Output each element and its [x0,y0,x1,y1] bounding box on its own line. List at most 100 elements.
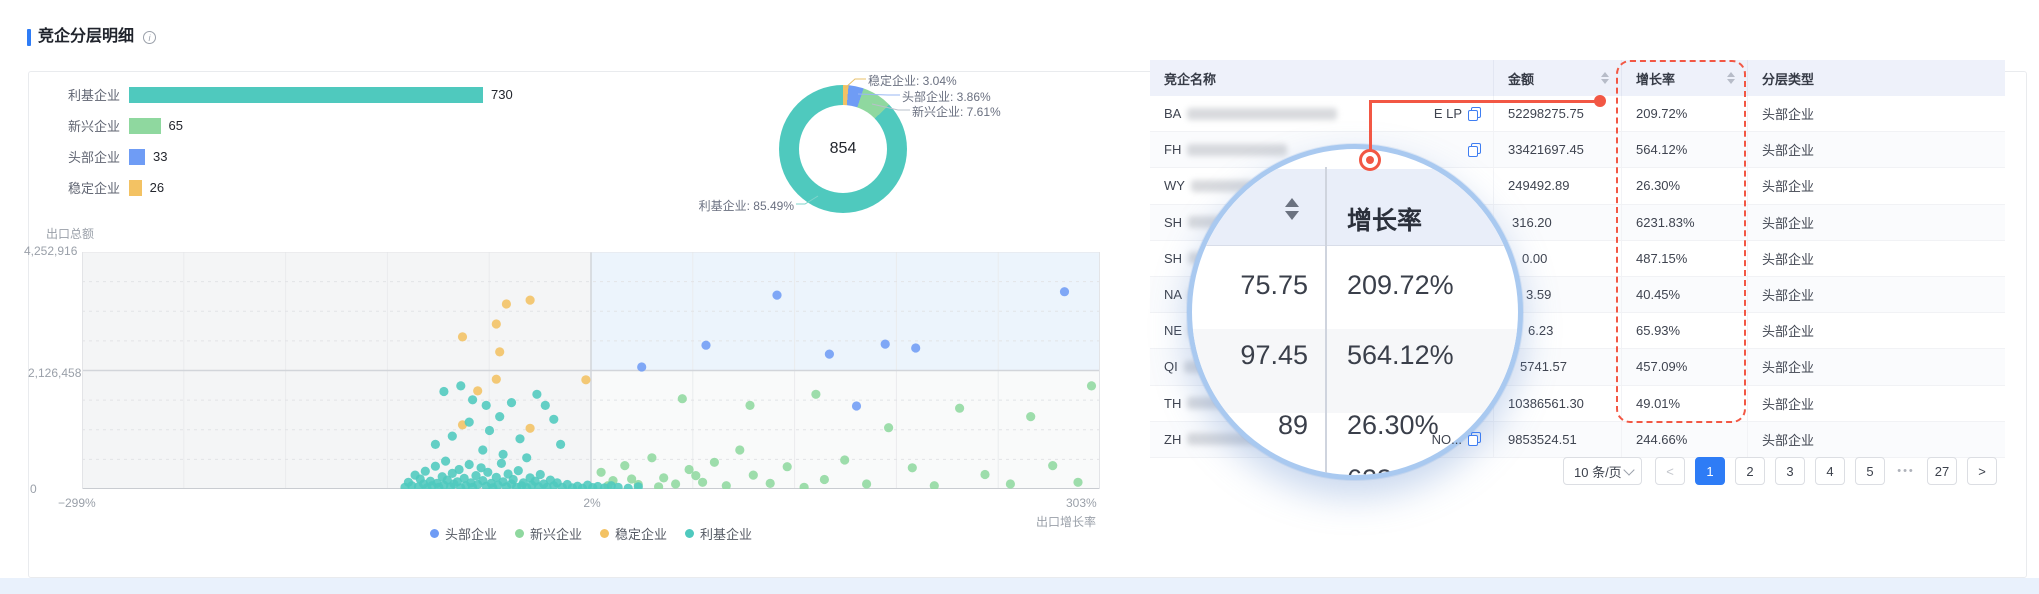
last-page-button[interactable]: 27 [1927,457,1957,485]
page-button-5[interactable]: 5 [1855,457,1885,485]
cell-tier-type: 头部企业 [1762,288,1815,304]
page-button-4[interactable]: 4 [1815,457,1845,485]
bottom-strip [0,578,2039,594]
legend-dot-icon [600,529,609,538]
scatter-point [581,375,591,385]
scatter-point [464,417,474,427]
scatter-point [1048,461,1058,471]
scatter-point [701,340,711,350]
cell-tier-type: 头部企业 [1762,143,1815,159]
name-prefix: TH [1164,395,1182,411]
scatter-point [483,467,493,477]
donut-label-emerging: 新兴企业: 7.61% [912,105,1001,119]
x-tick-min: −299% [58,496,96,510]
callout-line-horizontal [1369,100,1600,103]
scatter-point [819,474,830,485]
page-button-2[interactable]: 2 [1735,457,1765,485]
scatter-point [907,463,917,473]
scatter-point [884,423,894,433]
scatter-point [495,347,505,357]
legend-item[interactable]: 头部企业 [429,524,497,543]
page-size-select[interactable]: 10 条/页 [1563,457,1642,485]
bar-category-label: 稳定企业 [67,181,120,196]
scatter-point [491,374,501,384]
scatter-point [430,439,440,449]
sort-carets-icon[interactable] [1601,72,1609,84]
cell-tier-type: 头部企业 [1762,251,1815,267]
bar-category-label: 新兴企业 [67,119,120,134]
scatter-point [420,466,430,476]
scatter-point [464,459,474,470]
scatter-point [468,395,478,405]
page-button-1[interactable]: 1 [1695,457,1725,485]
scatter-point [513,466,523,476]
scatter-point [671,479,681,489]
scatter-point [498,449,508,459]
lens-amount: 89 [1277,410,1308,440]
name-prefix: SH [1164,214,1183,230]
legend-item[interactable]: 稳定企业 [600,524,667,543]
scatter-point [454,464,464,475]
scatter-point [765,478,775,488]
scatter-legend: 头部企业 新兴企业 稳定企业 利基企业 [82,524,1100,543]
scatter-point [824,349,835,359]
scatter-point [525,295,535,305]
col-header-type[interactable]: 分层类型 [1748,60,2005,96]
legend-item[interactable]: 利基企业 [685,524,752,543]
lens-sort-carets-icon [1285,198,1299,220]
scatter-point [647,453,657,463]
scatter-point [522,453,532,463]
copy-icon[interactable] [1468,432,1481,447]
next-page-button[interactable]: > [1967,457,1997,485]
scatter-point [525,423,535,433]
cell-tier-type: 头部企业 [1762,324,1815,340]
legend-label: 新兴企业 [529,527,582,542]
copy-icon[interactable] [1468,106,1481,121]
scatter-point [457,332,468,342]
col-header-amount[interactable]: 金额 [1494,60,1622,96]
copy-icon[interactable] [1468,142,1481,157]
scatter-point [556,439,566,449]
scatter-point [1059,287,1070,297]
scatter-point [1026,412,1036,422]
scatter-point [691,471,701,481]
name-prefix: FH [1164,142,1182,158]
scatter-point [481,400,491,410]
scatter-point [911,343,921,353]
dashboard-panel: 竞企分层明细 i 利基企业 730 新兴企业 65 头部企业 33 稳定企业 26 854 稳… [0,0,2039,594]
name-prefix: BA [1164,106,1182,122]
legend-label: 头部企业 [444,527,497,542]
scatter-point [540,400,550,410]
scatter-point [495,412,505,422]
bar-row: 利基企业 730 [30,86,513,103]
scatter-point [532,389,542,399]
scatter-point [491,319,501,329]
scatter-point [637,362,647,372]
name-prefix: WY [1164,178,1185,194]
cell-tier-type: 头部企业 [1762,396,1815,412]
name-prefix: SH [1164,250,1183,266]
bar [129,179,142,196]
scatter-point [1073,477,1083,487]
scatter-point [980,469,990,480]
lens-growth: 564.12% [1347,340,1454,370]
bar-value: 33 [153,149,168,164]
prev-page-button[interactable]: < [1655,457,1685,485]
scatter-point [515,434,525,444]
scatter-point [851,401,862,411]
growth-column-highlight [1616,60,1746,423]
col-header-name[interactable]: 竞企名称 [1150,60,1494,96]
page-ellipsis: ••• [1897,465,1915,477]
y-tick-zero: 0 [30,482,37,496]
lens-column-divider [1325,167,1327,475]
legend-dot-icon [429,529,439,538]
donut-label-niche: 利基企业: 85.49% [698,199,794,213]
cell-tier-type: 头部企业 [1762,107,1815,123]
page-button-3[interactable]: 3 [1775,457,1805,485]
name-prefix: QI [1164,359,1178,375]
scatter-point [840,455,850,465]
legend-item[interactable]: 新兴企业 [514,524,582,543]
scatter-point [501,299,511,309]
cell-tier-type: 头部企业 [1762,360,1815,376]
info-icon[interactable]: i [143,31,156,44]
